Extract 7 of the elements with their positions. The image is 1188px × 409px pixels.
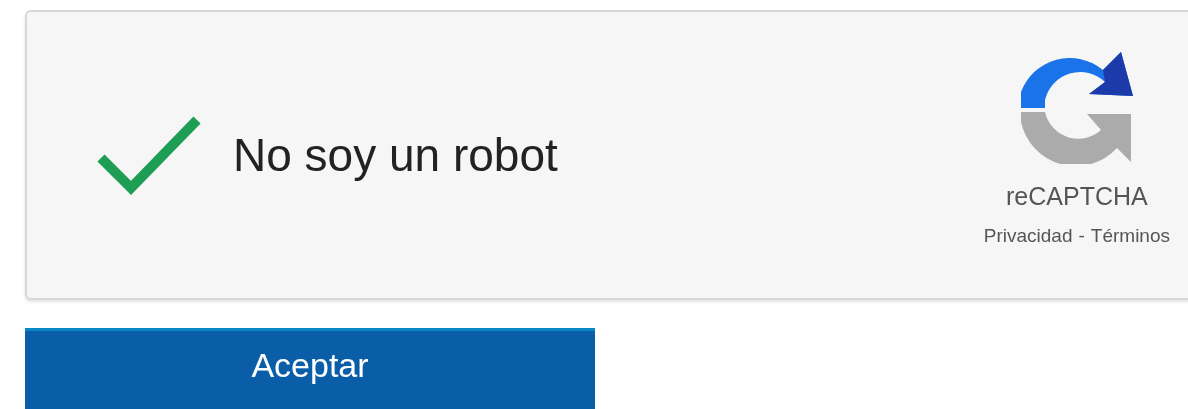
link-separator: -: [1078, 225, 1085, 247]
accept-button[interactable]: Aceptar: [25, 328, 595, 409]
checkbox-label: No soy un robot: [233, 128, 558, 182]
privacy-link[interactable]: Privacidad: [983, 225, 1073, 247]
brand-name: reCAPTCHA: [1006, 182, 1148, 211]
terms-link[interactable]: Términos: [1090, 225, 1170, 247]
checkmark-icon[interactable]: [95, 114, 203, 196]
